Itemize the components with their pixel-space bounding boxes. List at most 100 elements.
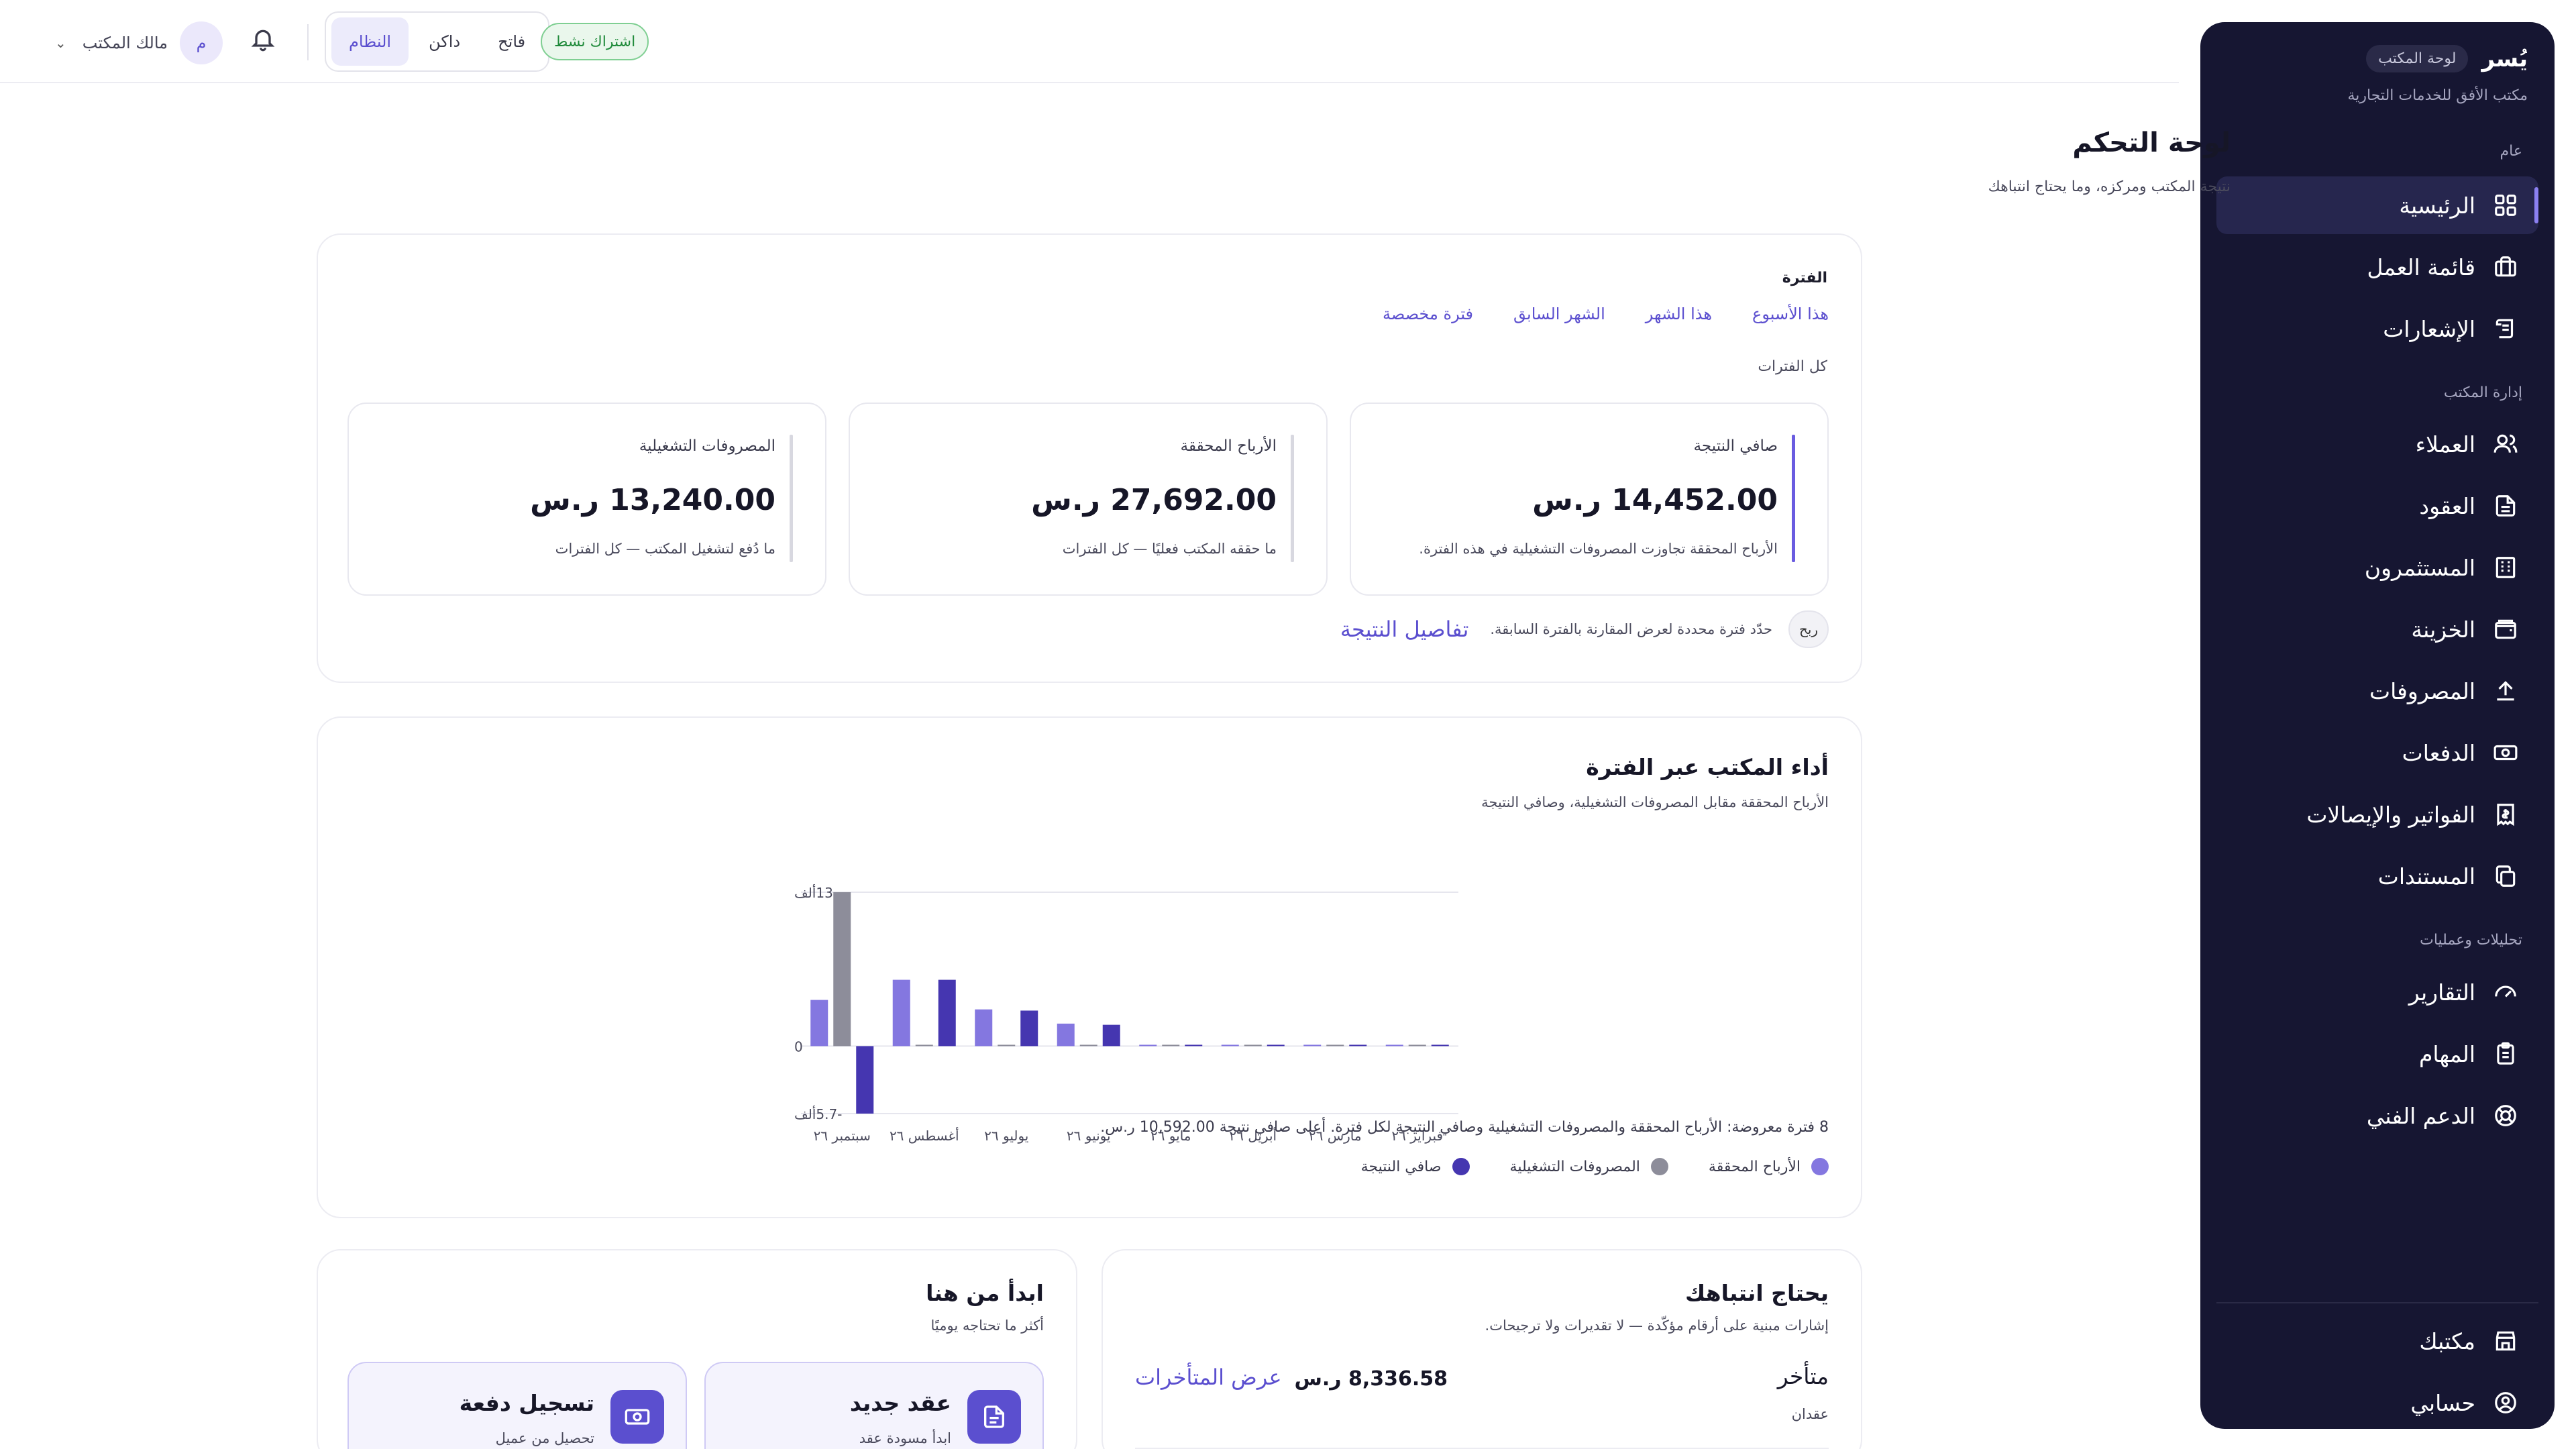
- period-tab-month[interactable]: هذا الشهر: [1646, 305, 1712, 323]
- sidebar-item-label: الإشعارات: [2383, 315, 2475, 342]
- sidebar-item-contracts[interactable]: العقود: [2216, 477, 2538, 535]
- sidebar-item-support[interactable]: الدعم الفني: [2216, 1087, 2538, 1144]
- x-tick-label: سبتمبر ٢٦: [814, 1128, 871, 1144]
- period-tab-custom[interactable]: فترة مخصصة: [1383, 305, 1473, 323]
- legend-swatch: [1811, 1158, 1829, 1175]
- overdue-label: متأخر: [1777, 1363, 1829, 1389]
- clipboard-icon: [2491, 1040, 2520, 1068]
- kpi-accent-bar: [1792, 435, 1795, 562]
- period-label: الفترة: [1782, 270, 1827, 286]
- scroll-icon: [2491, 315, 2520, 343]
- sidebar-item-tasks[interactable]: المهام: [2216, 1025, 2538, 1083]
- kpi-label: صافي النتيجة: [1693, 437, 1778, 455]
- chart-bar: [1326, 1044, 1344, 1046]
- period-hint: حدّد فترة محددة لعرض المقارنة بالفترة ال…: [1490, 621, 1772, 637]
- quick-actions-title: ابدأ من هنا: [926, 1280, 1044, 1306]
- chart-bar: [998, 1044, 1016, 1046]
- period-tab-prev-month[interactable]: الشهر السابق: [1513, 305, 1605, 323]
- sidebar-item-home[interactable]: الرئيسية: [2216, 176, 2538, 234]
- kpi-label: الأرباح المحققة: [1180, 437, 1277, 455]
- sidebar-item-treasury[interactable]: الخزينة: [2216, 600, 2538, 658]
- action-subtitle: ابدأ مسودة عقد: [859, 1430, 951, 1446]
- sidebar-item-documents[interactable]: المستندات: [2216, 847, 2538, 905]
- chart-bar: [938, 979, 956, 1046]
- legend-item: المصروفات التشغيلية: [1510, 1158, 1668, 1175]
- section-office-management: إدارة المكتب: [2443, 384, 2522, 401]
- y-tick-label: -5.7ألف: [794, 1106, 842, 1122]
- period-tab-week[interactable]: هذا الأسبوع: [1752, 305, 1829, 323]
- chevron-down-icon: ⌄: [55, 35, 66, 51]
- kpi-net-result: صافي النتيجة 14,452.00 ر.س الأرباح المحق…: [1350, 402, 1829, 596]
- sidebar-item-payments[interactable]: الدفعات: [2216, 724, 2538, 782]
- brand-logo: يُسر: [2481, 45, 2528, 72]
- chart-bar: [915, 1044, 933, 1046]
- upload-icon: [2491, 677, 2520, 705]
- view-overdue-link[interactable]: عرض المتأخرات: [1135, 1364, 1282, 1390]
- sidebar-item-notices[interactable]: الإشعارات: [2216, 300, 2538, 358]
- cash-icon: [610, 1390, 664, 1444]
- sidebar-item-label: المستندات: [2377, 863, 2475, 890]
- sidebar-item-my-office[interactable]: مكتبك: [2216, 1312, 2538, 1370]
- y-tick-label: 0: [794, 1038, 803, 1055]
- top-bar: م مالك المكتب ⌄ النظام داكن فاتح اشتراك …: [0, 0, 2179, 83]
- sidebar-item-expenses[interactable]: المصروفات: [2216, 662, 2538, 720]
- sidebar-item-invoices[interactable]: الفواتير والإيصالات: [2216, 786, 2538, 843]
- sidebar-item-my-account[interactable]: حسابي: [2216, 1374, 2538, 1432]
- users-icon: [2491, 430, 2520, 458]
- overdue-amount: 8,336.58 ر.س: [1294, 1367, 1448, 1391]
- section-general: عام: [2500, 143, 2522, 160]
- owner-menu[interactable]: م مالك المكتب ⌄: [55, 21, 223, 64]
- lifebuoy-icon: [2491, 1102, 2520, 1130]
- cash-icon: [2491, 739, 2520, 767]
- sidebar-item-worklist[interactable]: قائمة العمل: [2216, 238, 2538, 296]
- chart-bar: [810, 1000, 828, 1046]
- sidebar-item-investors[interactable]: المستثمرون: [2216, 539, 2538, 596]
- section-analytics: تحليلات وعمليات: [2420, 932, 2522, 949]
- copy-icon: [2491, 862, 2520, 890]
- chart-bar: [1020, 1010, 1038, 1046]
- new-contract-button[interactable]: عقد جديد ابدأ مسودة عقد: [704, 1362, 1044, 1449]
- kpi-value: 27,692.00 ر.س: [1031, 483, 1277, 517]
- chart-bar: [975, 1009, 993, 1046]
- wallet-icon: [2491, 615, 2520, 643]
- chart-bar: [1303, 1044, 1322, 1046]
- action-title: عقد جديد: [849, 1390, 951, 1416]
- sidebar-header: يُسر لوحة المكتب مكتب الأفق للخدمات التج…: [2227, 45, 2528, 104]
- chart-bar: [856, 1046, 874, 1114]
- building-icon: [2491, 553, 2520, 582]
- attention-title: يحتاج انتباهك: [1685, 1280, 1829, 1306]
- kpi-accent-bar: [1291, 435, 1294, 562]
- overdue-count: عقدان: [1791, 1406, 1829, 1422]
- brand-row: يُسر لوحة المكتب: [2227, 45, 2528, 72]
- attention-subtitle: إشارات مبنية على أرقام مؤكّدة — لا تقدير…: [1485, 1318, 1829, 1334]
- action-subtitle: تحصيل من عميل: [495, 1430, 594, 1446]
- results-footer: ربح حدّد فترة محددة لعرض المقارنة بالفتر…: [1340, 610, 1829, 648]
- action-title: تسجيل دفعة: [459, 1390, 594, 1416]
- legend-swatch: [1650, 1158, 1668, 1175]
- sidebar-item-label: حسابي: [2410, 1389, 2475, 1416]
- chart-bar: [892, 979, 910, 1046]
- kpi-operating-expenses: المصروفات التشغيلية 13,240.00 ر.س ما دُف…: [347, 402, 826, 596]
- record-payment-button[interactable]: تسجيل دفعة تحصيل من عميل: [347, 1362, 687, 1449]
- sidebar-item-clients[interactable]: العملاء: [2216, 415, 2538, 473]
- sidebar-item-label: الخزينة: [2411, 616, 2475, 643]
- theme-option-system[interactable]: النظام: [331, 17, 409, 66]
- theme-option-light[interactable]: فاتح: [480, 17, 543, 66]
- sidebar-item-label: المهام: [2419, 1040, 2475, 1067]
- theme-option-dark[interactable]: داكن: [411, 17, 478, 66]
- results-card: الفترة هذا الأسبوع هذا الشهر الشهر الساب…: [317, 233, 1862, 683]
- sidebar-item-label: الفواتير والإيصالات: [2306, 801, 2475, 828]
- briefcase-icon: [2491, 253, 2520, 281]
- sidebar-item-reports[interactable]: التقارير: [2216, 963, 2538, 1021]
- kpi-realized-profits: الأرباح المحققة 27,692.00 ر.س ما حققه ال…: [849, 402, 1328, 596]
- sidebar-item-label: التقارير: [2408, 979, 2475, 1006]
- chart-legend: الأرباح المحققة المصروفات التشغيلية صافي…: [1361, 1158, 1829, 1175]
- sidebar-item-label: الرئيسية: [2399, 192, 2475, 219]
- legend-label: المصروفات التشغيلية: [1509, 1158, 1640, 1175]
- page-header: لوحة التحكم نتيجة المكتب ومركزه، وما يحت…: [1988, 127, 2231, 195]
- legend-item: الأرباح المحققة: [1709, 1158, 1829, 1175]
- chart-bar: [1139, 1044, 1157, 1046]
- all-periods-label: كل الفترات: [1758, 358, 1827, 375]
- bell-icon[interactable]: [247, 25, 276, 55]
- result-details-link[interactable]: تفاصيل النتيجة: [1340, 616, 1469, 642]
